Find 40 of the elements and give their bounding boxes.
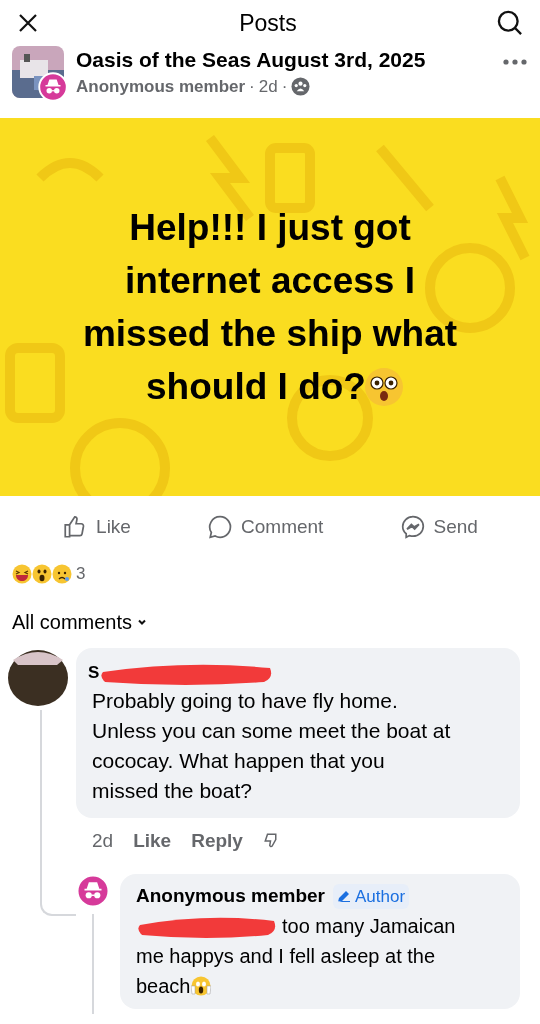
post-text: internet access I bbox=[125, 259, 415, 303]
post-text: Help!!! I just got bbox=[129, 206, 411, 250]
surprised-face-icon bbox=[32, 564, 52, 584]
search-icon[interactable] bbox=[496, 9, 524, 37]
separator: · bbox=[249, 76, 255, 98]
reply-text: too many Jamaican bbox=[282, 913, 456, 939]
reply-text: beach bbox=[136, 973, 191, 999]
group-icon bbox=[291, 77, 311, 97]
pencil-icon bbox=[337, 889, 351, 904]
comment-reply-link[interactable]: Reply bbox=[191, 826, 243, 856]
anonymous-avatar-icon bbox=[76, 874, 110, 908]
comment-icon bbox=[207, 514, 234, 540]
flushed-face-icon bbox=[363, 366, 404, 407]
more-icon[interactable] bbox=[502, 58, 528, 66]
comment-text: Probably going to have fly home. bbox=[92, 688, 399, 714]
screaming-face-icon bbox=[190, 975, 211, 996]
comment-time: 2d bbox=[92, 828, 114, 853]
page-title: Posts bbox=[239, 8, 297, 38]
post-action-button[interactable]: Send bbox=[399, 512, 478, 542]
comment-text: cococay. What happen that you bbox=[92, 748, 386, 774]
author-name[interactable]: Anonymous member bbox=[76, 74, 246, 100]
comment-like-link[interactable]: Like bbox=[133, 826, 172, 856]
reaction-count[interactable]: 3 bbox=[76, 561, 86, 587]
author-badge: Author bbox=[333, 883, 410, 909]
laughing-face-icon bbox=[12, 564, 32, 584]
sad-face-icon bbox=[52, 564, 72, 584]
comments-filter[interactable]: All comments bbox=[0, 602, 161, 642]
post-action-button[interactable]: Comment bbox=[207, 512, 324, 542]
post-text: should I do? bbox=[146, 365, 366, 409]
post-text: missed the ship what bbox=[82, 312, 458, 356]
group-name[interactable]: Oasis of the Seas August 3rd, 2025 bbox=[76, 46, 426, 74]
commenter-name[interactable]: S bbox=[88, 660, 100, 686]
reply-author[interactable]: Anonymous member bbox=[136, 882, 325, 911]
comment-text: missed the boat? bbox=[92, 778, 253, 804]
post-action-button[interactable]: Like bbox=[62, 512, 131, 542]
messenger-icon bbox=[399, 514, 426, 540]
comment-text: Unless you can some meet the boat at bbox=[92, 718, 452, 744]
reply-text: me happys and I fell asleep at the bbox=[136, 943, 437, 969]
post-time: 2d bbox=[258, 76, 278, 98]
separator: · bbox=[281, 76, 288, 98]
